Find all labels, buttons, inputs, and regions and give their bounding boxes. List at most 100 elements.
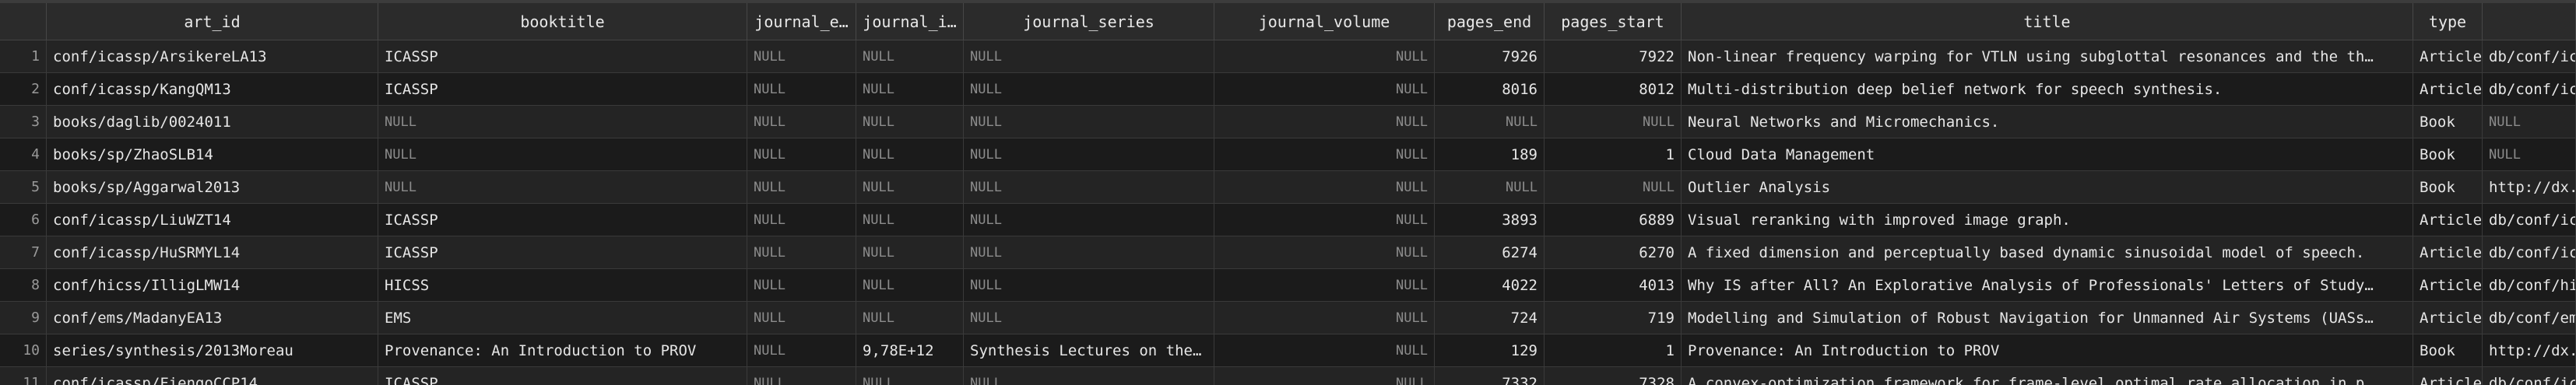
table-cell[interactable]: db/conf/icassp/ <box>2483 236 2576 268</box>
table-cell[interactable]: NULL <box>856 204 964 236</box>
column-header[interactable]: journal_volume <box>1214 3 1435 40</box>
table-cell[interactable]: db/conf/hicss/h <box>2483 269 2576 301</box>
table-cell[interactable]: Provenance: An Introduction to PROV <box>378 334 747 366</box>
table-cell[interactable]: NULL <box>1214 236 1435 268</box>
table-cell[interactable]: NULL <box>378 138 747 170</box>
table-cell[interactable]: NULL <box>747 334 856 366</box>
table-cell[interactable]: Cloud Data Management <box>1682 138 2413 170</box>
table-cell[interactable]: NULL <box>856 138 964 170</box>
table-cell[interactable]: ICASSP <box>378 236 747 268</box>
table-cell[interactable]: conf/icassp/LiuWZT14 <box>47 204 378 236</box>
table-cell[interactable]: NULL <box>747 367 856 385</box>
column-header[interactable]: journal_series <box>964 3 1214 40</box>
column-header[interactable]: journal_e… <box>747 3 856 40</box>
table-cell[interactable]: Article <box>2413 73 2483 105</box>
table-cell[interactable]: Article <box>2413 236 2483 268</box>
table-cell[interactable]: NULL <box>747 40 856 72</box>
table-cell[interactable]: NULL <box>2483 138 2576 170</box>
table-cell[interactable]: NULL <box>1214 269 1435 301</box>
table-cell[interactable]: Article <box>2413 302 2483 334</box>
table-cell[interactable]: NULL <box>1214 334 1435 366</box>
table-cell[interactable]: books/sp/Aggarwal2013 <box>47 171 378 203</box>
table-cell[interactable]: NULL <box>747 106 856 138</box>
table-cell[interactable]: NULL <box>964 171 1214 203</box>
table-cell[interactable]: 7922 <box>1545 40 1682 72</box>
column-header[interactable]: type <box>2413 3 2483 40</box>
table-cell[interactable]: 724 <box>1435 302 1545 334</box>
table-row[interactable]: 8 conf/hicss/IlligLMW14 HICSS NULL NULL NULL N… <box>0 269 2576 302</box>
table-cell[interactable]: NULL <box>856 106 964 138</box>
table-cell[interactable]: db/conf/ems/ems <box>2483 302 2576 334</box>
table-cell[interactable]: NULL <box>856 171 964 203</box>
table-cell[interactable]: conf/icassp/ArsikereLA13 <box>47 40 378 72</box>
table-cell[interactable]: NULL <box>747 302 856 334</box>
table-cell[interactable]: NULL <box>1214 40 1435 72</box>
table-cell[interactable]: NULL <box>1435 171 1545 203</box>
table-cell[interactable]: 9,78E+12 <box>856 334 964 366</box>
table-cell[interactable]: 7328 <box>1545 367 1682 385</box>
table-cell[interactable]: 7332 <box>1435 367 1545 385</box>
table-cell[interactable]: 129 <box>1435 334 1545 366</box>
table-cell[interactable]: Why IS after All? An Explorative Analysi… <box>1682 269 2413 301</box>
table-cell[interactable]: Article <box>2413 40 2483 72</box>
table-cell[interactable]: Outlier Analysis <box>1682 171 2413 203</box>
table-cell[interactable]: NULL <box>856 269 964 301</box>
table-cell[interactable]: NULL <box>1545 171 1682 203</box>
table-cell[interactable]: NULL <box>1214 138 1435 170</box>
column-header[interactable]: booktitle <box>378 3 747 40</box>
table-cell[interactable]: NULL <box>856 73 964 105</box>
table-cell[interactable]: ICASSP <box>378 40 747 72</box>
table-cell[interactable]: NULL <box>964 204 1214 236</box>
table-cell[interactable]: NULL <box>747 269 856 301</box>
table-cell[interactable]: NULL <box>964 302 1214 334</box>
column-header[interactable] <box>0 3 47 40</box>
table-cell[interactable]: A fixed dimension and perceptually based… <box>1682 236 2413 268</box>
table-cell[interactable]: Provenance: An Introduction to PROV <box>1682 334 2413 366</box>
table-cell[interactable]: 4022 <box>1435 269 1545 301</box>
table-cell[interactable]: NULL <box>856 236 964 268</box>
table-row[interactable]: 4 books/sp/ZhaoSLB14 NULL NULL NULL NULL NULL 1… <box>0 138 2576 171</box>
table-cell[interactable]: ICASSP <box>378 73 747 105</box>
table-cell[interactable]: Synthesis Lectures on the… <box>964 334 1214 366</box>
table-row[interactable]: 2 conf/icassp/KangQM13 ICASSP NULL NULL NULL N… <box>0 73 2576 106</box>
table-cell[interactable]: 1 <box>1545 138 1682 170</box>
table-cell[interactable]: NULL <box>747 204 856 236</box>
table-cell[interactable]: Book <box>2413 106 2483 138</box>
table-cell[interactable]: ICASSP <box>378 204 747 236</box>
table-cell[interactable]: books/sp/ZhaoSLB14 <box>47 138 378 170</box>
table-row[interactable]: 10 series/synthesis/2013Moreau Provenance:… <box>0 334 2576 367</box>
table-row[interactable]: 9 conf/ems/MadanyEA13 EMS NULL NULL NULL NULL 7… <box>0 302 2576 334</box>
column-header[interactable]: title <box>1682 3 2413 40</box>
table-cell[interactable]: EMS <box>378 302 747 334</box>
table-cell[interactable]: books/daglib/0024011 <box>47 106 378 138</box>
column-header[interactable]: pages_start <box>1545 3 1682 40</box>
table-cell[interactable]: 189 <box>1435 138 1545 170</box>
table-cell[interactable]: db/conf/icassp/ <box>2483 40 2576 72</box>
table-cell[interactable]: Modelling and Simulation of Robust Navig… <box>1682 302 2413 334</box>
table-cell[interactable]: Article <box>2413 204 2483 236</box>
table-cell[interactable]: NULL <box>964 73 1214 105</box>
table-cell[interactable]: NULL <box>1214 171 1435 203</box>
table-cell[interactable]: conf/hicss/IlligLMW14 <box>47 269 378 301</box>
table-cell[interactable]: 1 <box>1545 334 1682 366</box>
table-cell[interactable]: 719 <box>1545 302 1682 334</box>
table-cell[interactable]: conf/icassp/HuSRMYL14 <box>47 236 378 268</box>
table-row[interactable]: 5 books/sp/Aggarwal2013 NULL NULL NULL NULL NU… <box>0 171 2576 204</box>
table-cell[interactable]: NULL <box>964 269 1214 301</box>
table-cell[interactable]: conf/icassp/FiengoCCP14 <box>47 367 378 385</box>
table-cell[interactable]: Visual reranking with improved image gra… <box>1682 204 2413 236</box>
table-cell[interactable]: 6889 <box>1545 204 1682 236</box>
table-cell[interactable]: NULL <box>378 171 747 203</box>
table-cell[interactable]: NULL <box>747 73 856 105</box>
table-cell[interactable]: 4013 <box>1545 269 1682 301</box>
table-row[interactable]: 3 books/daglib/0024011 NULL NULL NULL NULL NUL… <box>0 106 2576 138</box>
table-cell[interactable]: db/conf/icassp/ <box>2483 367 2576 385</box>
table-cell[interactable]: NULL <box>964 138 1214 170</box>
table-cell[interactable]: NULL <box>1214 204 1435 236</box>
table-cell[interactable]: 6274 <box>1435 236 1545 268</box>
table-cell[interactable]: db/conf/icassp/ <box>2483 204 2576 236</box>
table-cell[interactable]: series/synthesis/2013Moreau <box>47 334 378 366</box>
table-cell[interactable]: Non-linear frequency warping for VTLN us… <box>1682 40 2413 72</box>
table-cell[interactable]: NULL <box>1435 106 1545 138</box>
column-header[interactable]: art_id <box>47 3 378 40</box>
